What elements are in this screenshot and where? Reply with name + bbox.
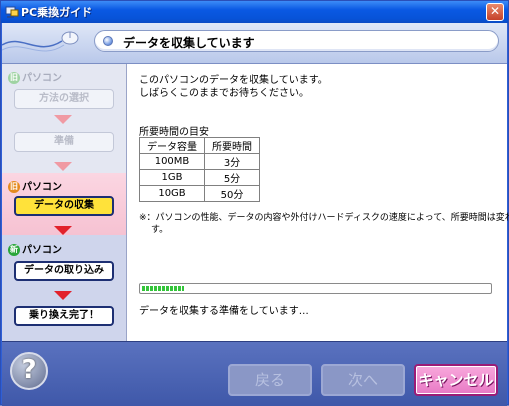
table-cell: 100MB (139, 153, 205, 170)
title-bar: PC乗換ガイド ✕ (1, 1, 508, 23)
step-prepare: 準備 (14, 132, 114, 152)
table-cell: 1GB (139, 169, 205, 186)
sidebar-section-new: 新パソコン データの取り込み 乗り換え完了！ (2, 235, 126, 341)
section-label: パソコン (22, 245, 62, 256)
section-new-heading: 新パソコン (8, 241, 62, 256)
footer-bar: ? 戻る 次へ キャンセル (2, 341, 507, 406)
note-line-1: ※：パソコンの性能、データの内容や外付けハードディスクの速度によって、所要時間は… (139, 213, 509, 223)
cancel-button[interactable]: キャンセル (414, 364, 498, 396)
sidebar-section-old-disabled: 旧パソコン 方法の選択 準備 (2, 64, 126, 173)
note-line-2: す。 (151, 225, 169, 235)
intro-line-2: しばらくこのままでお待ちください。 (139, 88, 309, 99)
app-icon (5, 6, 19, 18)
table-row: 10GB 50分 (139, 185, 260, 202)
table-cell: 5分 (204, 169, 260, 186)
header-box: データを収集しています (94, 30, 499, 52)
progress-fill (142, 286, 184, 291)
back-button[interactable]: 戻る (228, 364, 312, 396)
mouse-cable-icon (2, 31, 79, 52)
header-title: データを収集しています (123, 36, 255, 50)
arrow-down-icon (54, 226, 72, 235)
progress-bar (139, 283, 492, 294)
app-window: PC乗換ガイド ✕ データを収集しています 旧パソコン 方法の選択 準備 旧パソ… (0, 0, 509, 406)
old-badge-icon: 旧 (8, 181, 20, 193)
table-cell: 3分 (204, 153, 260, 170)
section-label: パソコン (22, 182, 62, 193)
section-old-heading: 旧パソコン (8, 178, 62, 193)
table-row: 100MB 3分 (139, 153, 260, 170)
header-band: データを収集しています (2, 23, 507, 64)
sidebar-section-old: 旧パソコン データの収集 (2, 173, 126, 235)
window-title: PC乗換ガイド (21, 6, 93, 19)
step-method-select: 方法の選択 (14, 89, 114, 109)
table-header-row: データ容量 所要時間 (139, 137, 260, 154)
help-button[interactable]: ? (10, 352, 48, 390)
arrow-down-icon (54, 162, 72, 171)
section-old-heading-faded: 旧パソコン (8, 69, 62, 84)
section-label: パソコン (22, 73, 62, 84)
new-badge-icon: 新 (8, 244, 20, 256)
time-estimate-table: データ容量 所要時間 100MB 3分 1GB 5分 10GB 50分 (139, 137, 260, 202)
table-cell: 50分 (204, 185, 260, 202)
old-badge-faded-icon: 旧 (8, 72, 20, 84)
step-import-data: データの取り込み (14, 261, 114, 281)
step-sidebar: 旧パソコン 方法の選択 準備 旧パソコン データの収集 新パソコン データの取り… (2, 64, 126, 341)
main-panel: このパソコンのデータを収集しています。 しばらくこのままでお待ちください。 所要… (129, 64, 509, 341)
table-row: 1GB 5分 (139, 169, 260, 186)
step-collect-data: データの収集 (14, 196, 114, 216)
header-cell-time: 所要時間 (204, 137, 260, 154)
next-button[interactable]: 次へ (321, 364, 405, 396)
bullet-icon (103, 36, 113, 46)
arrow-down-icon (54, 115, 72, 124)
close-button[interactable]: ✕ (486, 3, 504, 21)
table-cell: 10GB (139, 185, 205, 202)
arrow-down-icon (54, 291, 72, 300)
time-table-title: 所要時間の目安 (139, 127, 209, 138)
step-complete: 乗り換え完了！ (14, 306, 114, 326)
header-cell-capacity: データ容量 (139, 137, 205, 154)
status-text: データを収集する準備をしています… (139, 306, 309, 317)
